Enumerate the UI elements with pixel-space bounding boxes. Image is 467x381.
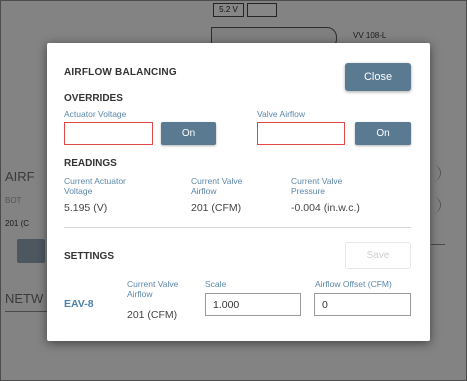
reading-label: Current Actuator [64, 176, 126, 186]
scale-label: Scale [205, 279, 227, 289]
valve-airflow-reading: 201 (CFM) [191, 202, 242, 214]
reading-label: Pressure [291, 186, 326, 196]
settings-heading: SETTINGS [64, 251, 115, 262]
actuator-voltage-on-button[interactable]: On [161, 122, 216, 145]
actuator-voltage-label: Actuator Voltage [64, 109, 127, 119]
current-airflow-value: 201 (CFM) [127, 309, 178, 321]
scale-input[interactable] [205, 293, 301, 316]
valve-airflow-on-button[interactable]: On [355, 122, 411, 145]
actuator-voltage-reading: 5.195 (V) [64, 202, 108, 214]
save-button[interactable]: Save [345, 242, 411, 269]
overrides-heading: OVERRIDES [64, 93, 123, 104]
close-button[interactable]: Close [345, 63, 411, 91]
valve-airflow-label: Valve Airflow [257, 109, 306, 119]
current-airflow-label: Airflow [127, 289, 153, 299]
airflow-offset-input[interactable] [314, 293, 411, 316]
reading-label: Current Valve [191, 176, 243, 186]
valve-pressure-reading: -0.004 (in.w.c.) [291, 202, 360, 214]
airflow-balancing-dialog: AIRFLOW BALANCING Close OVERRIDES Actuat… [47, 43, 430, 341]
reading-label: Current Valve [291, 176, 343, 186]
dialog-title: AIRFLOW BALANCING [64, 67, 177, 78]
actuator-voltage-input[interactable] [64, 122, 153, 145]
reading-label: Voltage [64, 186, 93, 196]
device-name: EAV-8 [64, 298, 94, 310]
current-airflow-label: Current Valve [127, 279, 179, 289]
reading-label: Airflow [191, 186, 217, 196]
valve-airflow-input[interactable] [257, 122, 345, 145]
airflow-offset-label: Airflow Offset (CFM) [315, 279, 392, 289]
readings-heading: READINGS [64, 158, 117, 169]
section-divider [64, 227, 411, 228]
